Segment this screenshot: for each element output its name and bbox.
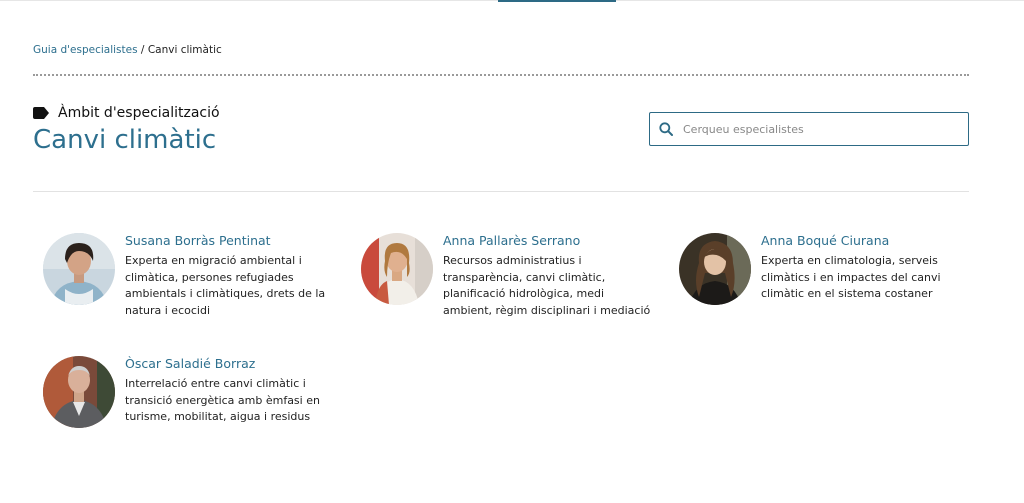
avatar[interactable] (43, 233, 115, 305)
search-box[interactable] (649, 112, 969, 146)
page-title: Canvi climàtic (33, 125, 217, 155)
avatar[interactable] (43, 356, 115, 428)
expert-card: Òscar Saladié Borraz Interrelació entre … (43, 356, 343, 446)
expert-description: Interrelació entre canvi climàtic i tran… (125, 377, 320, 423)
expert-description: Experta en migració ambiental i climàtic… (125, 254, 326, 317)
expert-card: Anna Boqué Ciurana Experta en climatolog… (679, 233, 979, 323)
tag-icon (33, 107, 49, 119)
expert-name-link[interactable]: Òscar Saladié Borraz (125, 356, 255, 372)
expert-name-link[interactable]: Susana Borràs Pentinat (125, 233, 271, 249)
breadcrumb-current: Canvi climàtic (147, 44, 222, 56)
area-label-text: Àmbit d'especialització (58, 105, 220, 121)
dotted-divider (33, 74, 969, 76)
breadcrumb-separator: / (140, 44, 145, 56)
area-label: Àmbit d'especialització (33, 105, 220, 121)
expert-name-link[interactable]: Anna Boqué Ciurana (761, 233, 889, 249)
breadcrumb: Guia d'especialistes / Canvi climàtic (33, 43, 222, 57)
expert-card: Susana Borràs Pentinat Experta en migrac… (43, 233, 343, 323)
expert-card: Anna Pallarès Serrano Recursos administr… (361, 233, 661, 323)
expert-description: Experta en climatologia, serveis climàti… (761, 254, 941, 300)
avatar[interactable] (679, 233, 751, 305)
expert-name-link[interactable]: Anna Pallarès Serrano (443, 233, 580, 249)
search-input[interactable] (683, 114, 968, 144)
search-icon[interactable] (659, 122, 673, 136)
section-divider (33, 191, 969, 192)
expert-description: Recursos administratius i transparència,… (443, 254, 651, 317)
breadcrumb-link-guide[interactable]: Guia d'especialistes (33, 44, 138, 56)
avatar[interactable] (361, 233, 433, 305)
active-nav-indicator (498, 0, 616, 2)
